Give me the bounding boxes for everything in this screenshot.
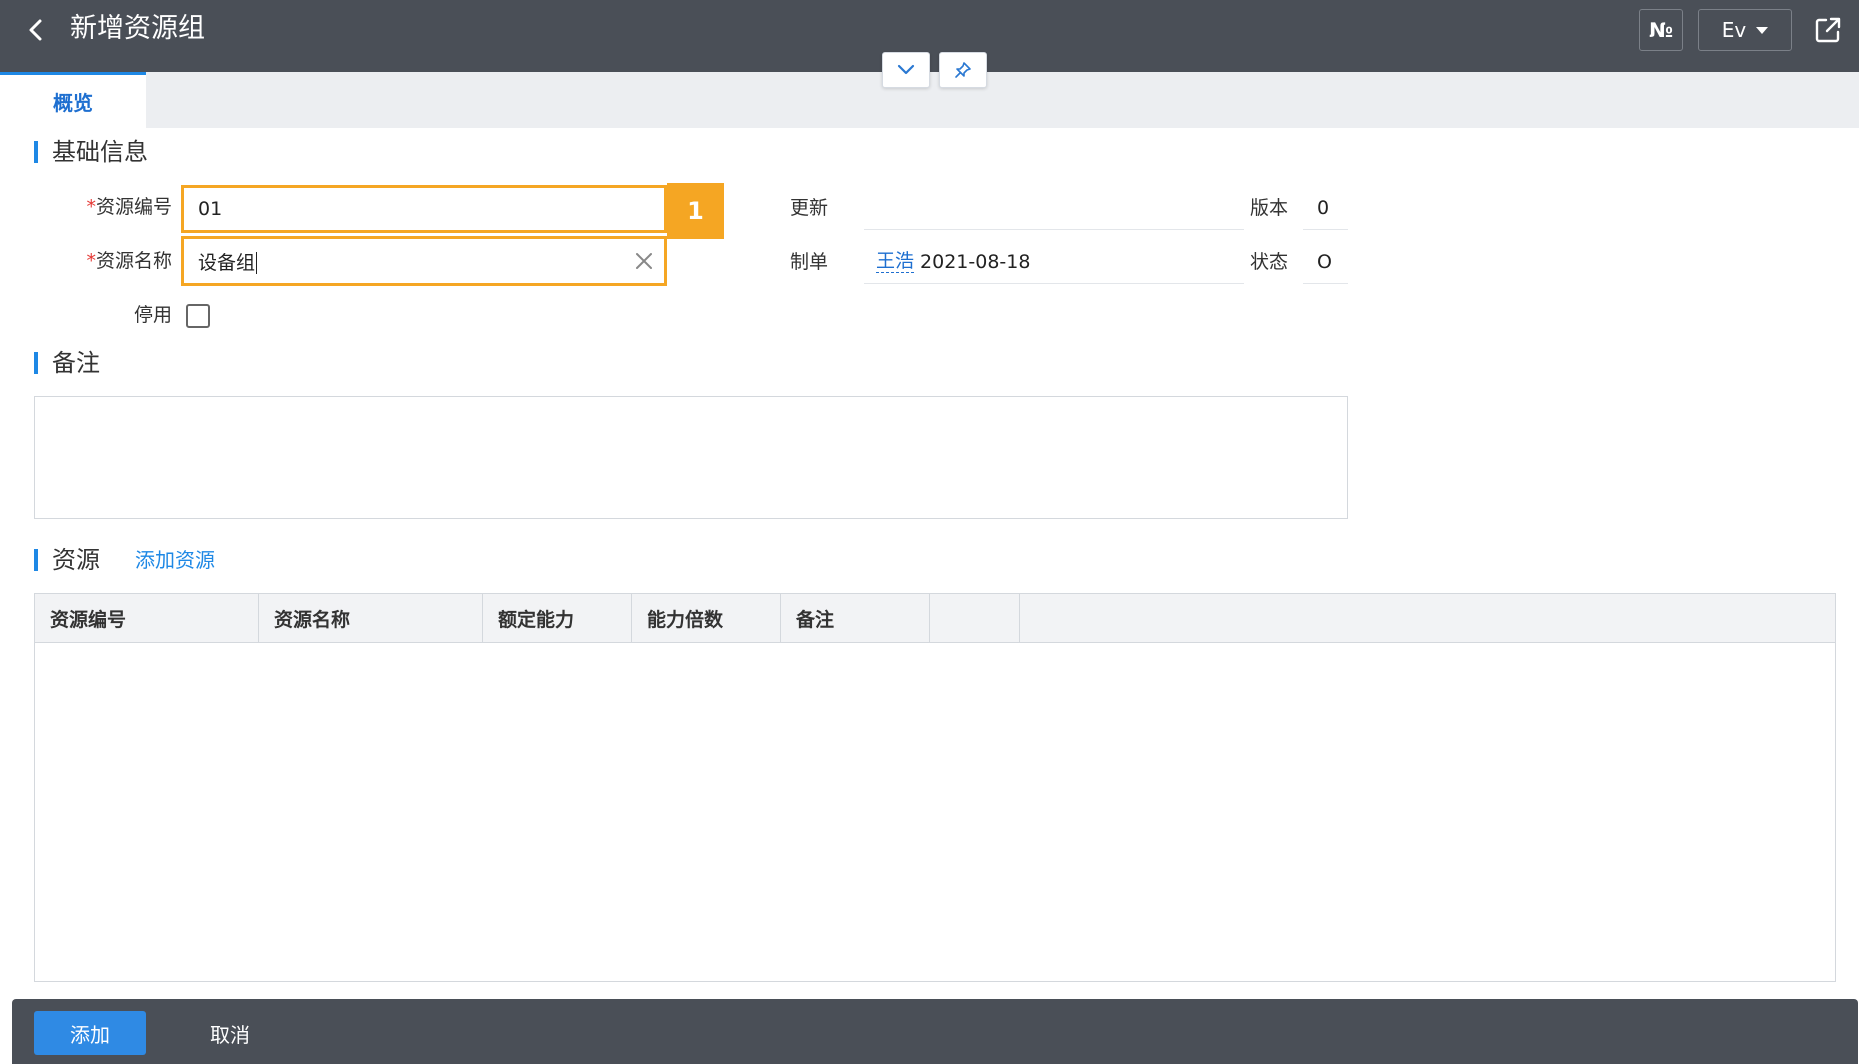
pin-button[interactable]: [939, 52, 987, 88]
column-header-remark[interactable]: 备注: [781, 594, 930, 642]
status-label: 状态: [1250, 251, 1289, 273]
section-title-remark: 备注: [34, 349, 100, 377]
back-arrow-icon[interactable]: [20, 14, 52, 46]
version-value: 0: [1303, 186, 1348, 230]
name-label: *资源名称: [86, 250, 172, 272]
required-mark: *: [86, 250, 96, 272]
code-label: *资源编号: [86, 196, 172, 218]
version-label: 版本: [1250, 197, 1289, 219]
add-button[interactable]: 添加: [34, 1011, 146, 1055]
required-mark: *: [86, 196, 96, 218]
bottom-action-bar: 添加 取消: [12, 999, 1858, 1064]
disabled-checkbox[interactable]: [186, 304, 210, 328]
column-header-name[interactable]: 资源名称: [259, 594, 483, 642]
resource-name-value: 设备组: [198, 251, 256, 274]
add-resource-link[interactable]: 添加资源: [135, 547, 215, 573]
status-value: O: [1303, 240, 1348, 284]
text-cursor: [256, 252, 258, 274]
update-label: 更新: [790, 197, 829, 219]
resource-name-input[interactable]: 设备组: [181, 236, 667, 286]
open-external-icon[interactable]: [1812, 14, 1844, 46]
creator-value: 王浩 2021-08-18: [864, 240, 1244, 284]
creator-label: 制单: [790, 251, 829, 273]
resources-table: 资源编号 资源名称 额定能力 能力倍数 备注: [34, 593, 1836, 982]
number-button[interactable]: №: [1639, 9, 1683, 51]
column-header-code[interactable]: 资源编号: [35, 594, 259, 642]
tab-overview[interactable]: 概览: [0, 72, 146, 128]
resource-code-value: 01: [198, 198, 223, 220]
remark-textarea[interactable]: [34, 396, 1348, 519]
section-title-basic-info: 基础信息: [34, 138, 148, 166]
language-dropdown[interactable]: Ev: [1698, 9, 1792, 51]
clear-icon[interactable]: [624, 241, 664, 281]
section-title-resources: 资源: [34, 546, 100, 574]
cancel-button[interactable]: 取消: [180, 1011, 280, 1055]
column-header-multiplier[interactable]: 能力倍数: [632, 594, 781, 642]
collapse-button[interactable]: [882, 52, 930, 88]
pin-icon: [955, 62, 971, 78]
resource-code-input[interactable]: 01: [181, 185, 667, 233]
language-label: Ev: [1721, 18, 1747, 42]
column-header-capacity[interactable]: 额定能力: [483, 594, 632, 642]
creator-user-link[interactable]: 王浩: [876, 250, 915, 273]
disabled-label: 停用: [133, 304, 172, 326]
update-value: [864, 186, 1244, 230]
column-header-extra: [930, 594, 1020, 642]
step-badge: 1: [667, 183, 724, 239]
creator-date: 2021-08-18: [920, 250, 1031, 273]
table-header: 资源编号 资源名称 额定能力 能力倍数 备注: [35, 594, 1835, 643]
caret-down-icon: [1756, 26, 1769, 34]
page-title: 新增资源组: [70, 13, 205, 44]
chevron-down-icon: [897, 64, 915, 75]
